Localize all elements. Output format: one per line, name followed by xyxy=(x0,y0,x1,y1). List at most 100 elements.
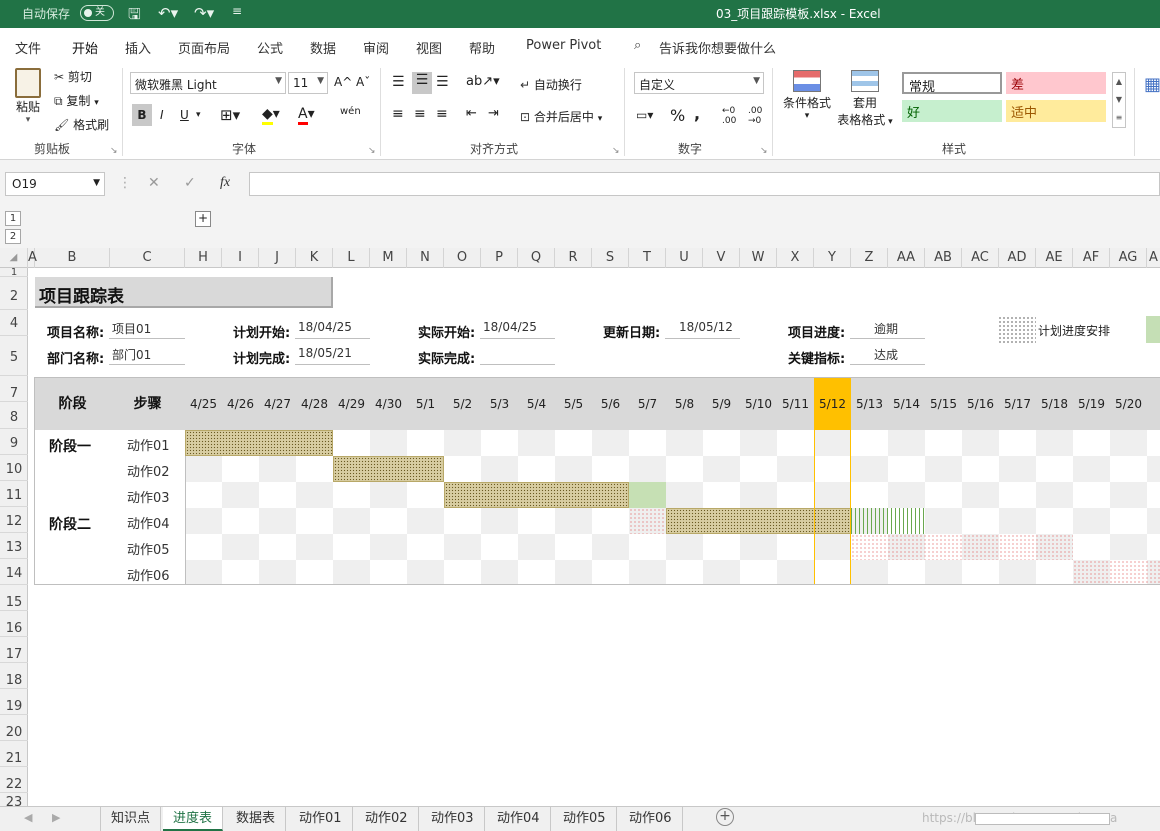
fill-color-icon[interactable]: ◆▾ xyxy=(262,106,280,125)
gantt-cell[interactable] xyxy=(518,430,555,456)
gantt-cell[interactable] xyxy=(518,456,555,482)
gantt-cell[interactable] xyxy=(1147,482,1160,508)
merge-center-button[interactable]: ⊡ 合并后居中 ▾ xyxy=(520,108,602,125)
gantt-cell[interactable] xyxy=(962,456,999,482)
underline-button[interactable]: U xyxy=(180,108,189,122)
gantt-cell[interactable] xyxy=(555,508,592,534)
gantt-cell[interactable] xyxy=(555,534,592,560)
row-header[interactable]: 18 xyxy=(0,663,28,689)
gantt-cell[interactable] xyxy=(481,534,518,560)
insert-function-button[interactable]: fx xyxy=(220,175,230,191)
tab-home[interactable]: 开始 xyxy=(72,38,99,65)
sheet-tab[interactable]: 动作02 xyxy=(355,807,419,831)
tab-power-pivot[interactable]: Power Pivot xyxy=(526,38,601,53)
gantt-cell[interactable] xyxy=(1110,508,1147,534)
tab-review[interactable]: 审阅 xyxy=(363,38,389,57)
row-header[interactable]: 19 xyxy=(0,689,28,715)
gantt-cell[interactable] xyxy=(592,534,629,560)
style-neutral[interactable]: 适中 xyxy=(1006,100,1106,122)
gantt-cell[interactable] xyxy=(370,430,407,456)
gantt-cell[interactable] xyxy=(333,560,370,584)
align-top-icon[interactable]: ☰ xyxy=(392,74,405,90)
department-value[interactable]: 部门01 xyxy=(109,346,185,365)
tab-view[interactable]: 视图 xyxy=(416,38,442,57)
gantt-cell[interactable] xyxy=(1073,482,1110,508)
align-middle-icon[interactable]: ☰ xyxy=(412,72,432,94)
row-header[interactable]: 7 xyxy=(0,376,28,402)
gantt-cell[interactable] xyxy=(629,560,666,584)
gantt-cell[interactable] xyxy=(481,456,518,482)
gantt-cell[interactable] xyxy=(999,560,1036,584)
gantt-cell[interactable] xyxy=(444,456,481,482)
comma-button[interactable]: , xyxy=(694,104,700,123)
gantt-cell[interactable] xyxy=(185,508,222,534)
gantt-cell[interactable] xyxy=(518,508,555,534)
insert-cells-icon[interactable]: ▦ xyxy=(1144,74,1160,95)
gantt-cell[interactable] xyxy=(592,430,629,456)
gantt-cell[interactable] xyxy=(444,508,481,534)
gantt-cell[interactable] xyxy=(1110,482,1147,508)
column-header[interactable]: W xyxy=(740,248,777,268)
column-header[interactable]: AG xyxy=(1110,248,1147,268)
sheet-tab[interactable]: 动作04 xyxy=(487,807,551,831)
sheet-tab[interactable]: 进度表 xyxy=(163,807,224,831)
row-header[interactable]: 9 xyxy=(0,429,28,455)
percent-button[interactable]: % xyxy=(670,106,685,125)
row-header[interactable]: 11 xyxy=(0,481,28,507)
gantt-cell[interactable] xyxy=(666,456,703,482)
column-header[interactable]: Q xyxy=(518,248,555,268)
gantt-cell[interactable] xyxy=(1110,534,1147,560)
gantt-cell[interactable] xyxy=(407,508,444,534)
format-as-table-button[interactable]: 套用 表格格式 ▾ xyxy=(836,70,894,128)
font-size-combo[interactable]: 11 ▼ xyxy=(288,72,328,94)
gantt-cell[interactable] xyxy=(851,482,888,508)
gantt-cell[interactable] xyxy=(333,534,370,560)
gantt-cell[interactable] xyxy=(999,430,1036,456)
cut-button[interactable]: ✂ 剪切 xyxy=(54,68,92,85)
tab-file[interactable]: 文件 xyxy=(15,38,41,57)
gantt-cell[interactable] xyxy=(407,482,444,508)
row-header[interactable]: 20 xyxy=(0,715,28,741)
gantt-cell[interactable] xyxy=(851,456,888,482)
gantt-cell[interactable] xyxy=(1036,482,1073,508)
gantt-cell[interactable] xyxy=(629,456,666,482)
gantt-cell[interactable] xyxy=(740,482,777,508)
number-format-combo[interactable]: 自定义 ▼ xyxy=(634,72,764,94)
gantt-cell[interactable] xyxy=(185,560,222,584)
gantt-cell[interactable] xyxy=(518,534,555,560)
style-bad[interactable]: 差 xyxy=(1006,72,1106,94)
conditional-format-button[interactable]: 条件格式 ▾ xyxy=(780,70,834,121)
column-header[interactable]: Z xyxy=(851,248,888,268)
shrink-font-button[interactable]: Aˇ xyxy=(356,75,370,89)
column-header[interactable]: S xyxy=(592,248,629,268)
dialog-launcher-icon[interactable]: ↘ xyxy=(612,146,620,156)
customize-qat-icon[interactable]: ≡ xyxy=(232,4,242,18)
copy-button[interactable]: ⧉ 复制 ▾ xyxy=(54,92,99,109)
gantt-cell[interactable] xyxy=(592,508,629,534)
column-header[interactable]: AC xyxy=(962,248,999,268)
gantt-cell[interactable] xyxy=(333,482,370,508)
gantt-cell[interactable] xyxy=(185,482,222,508)
column-header[interactable]: AB xyxy=(925,248,962,268)
column-header[interactable]: V xyxy=(703,248,740,268)
enter-icon[interactable]: ✓ xyxy=(184,175,196,191)
column-header[interactable]: H xyxy=(185,248,222,268)
row-header[interactable]: 21 xyxy=(0,741,28,767)
gantt-cell[interactable] xyxy=(925,456,962,482)
row-header[interactable]: 5 xyxy=(0,336,28,376)
column-header[interactable]: AF xyxy=(1073,248,1110,268)
gantt-cell[interactable] xyxy=(481,508,518,534)
select-all-corner[interactable]: ◢ xyxy=(0,248,28,268)
gantt-cell[interactable] xyxy=(740,456,777,482)
dialog-launcher-icon[interactable]: ↘ xyxy=(110,146,118,156)
tab-help[interactable]: 帮助 xyxy=(469,38,495,57)
gantt-cell[interactable] xyxy=(888,560,925,584)
format-painter-button[interactable]: 🖌 格式刷 xyxy=(54,116,109,133)
gantt-cell[interactable] xyxy=(222,482,259,508)
column-header[interactable]: X xyxy=(777,248,814,268)
outline-level-1[interactable]: 1 xyxy=(5,211,21,226)
gantt-cell[interactable] xyxy=(962,560,999,584)
gantt-cell[interactable] xyxy=(1073,456,1110,482)
increase-decimal-icon[interactable]: ←0.00 xyxy=(722,106,736,126)
gantt-cell[interactable] xyxy=(296,534,333,560)
